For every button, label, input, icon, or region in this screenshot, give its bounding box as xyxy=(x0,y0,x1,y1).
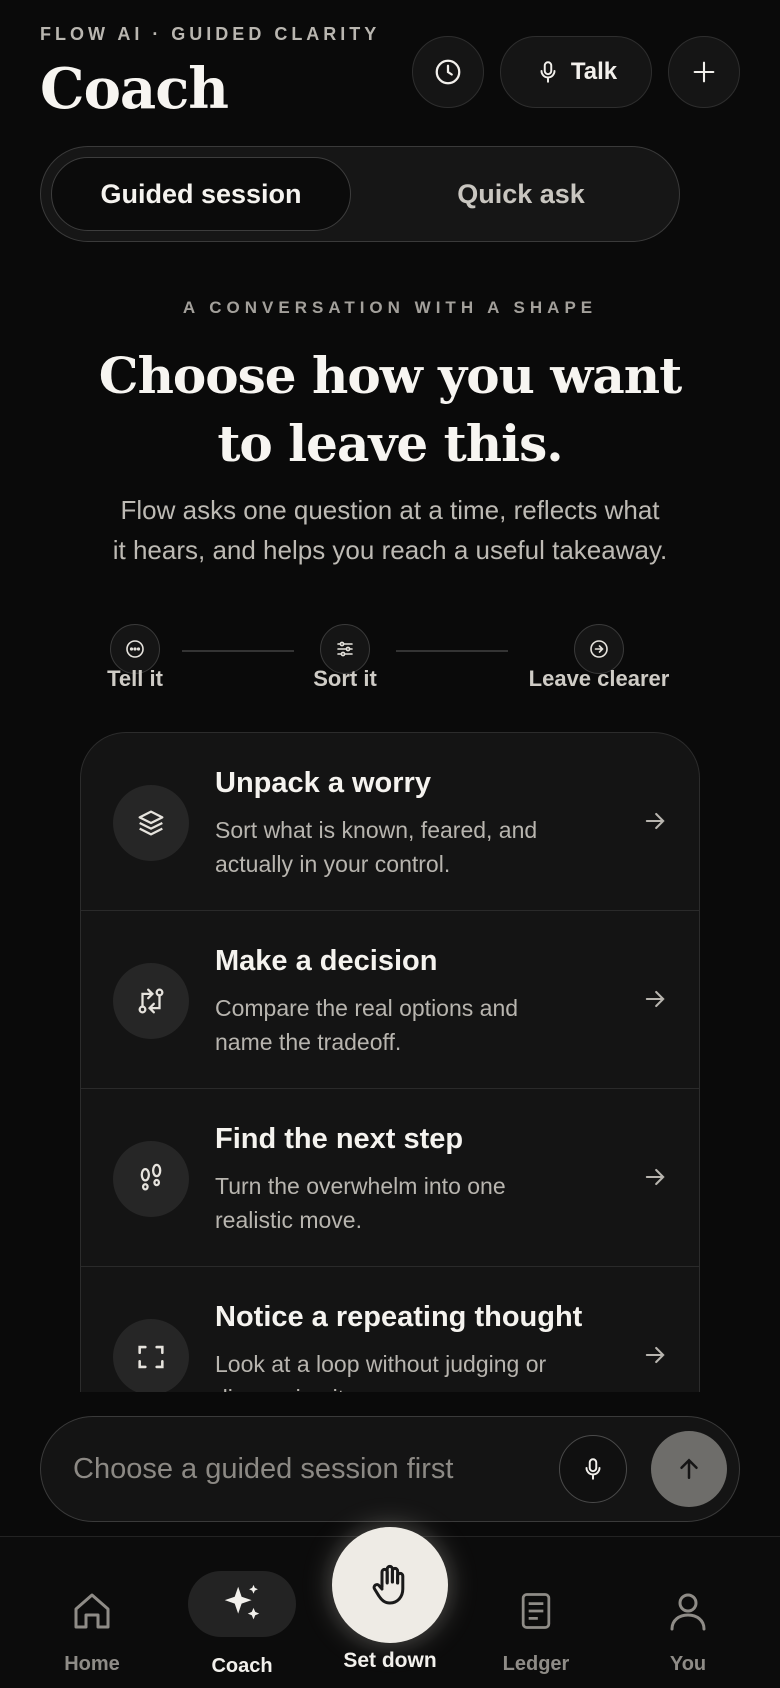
session-desc-line: realistic move. xyxy=(215,1207,362,1233)
arrow-right-icon xyxy=(645,1346,665,1364)
coach-screen: FLOW AI · GUIDED CLARITY Coach Talk Guid… xyxy=(0,0,780,1688)
nav-you-label: You xyxy=(669,1653,707,1675)
send-button[interactable] xyxy=(651,1431,727,1507)
section-kicker: A CONVERSATION WITH A SHAPE xyxy=(182,298,598,317)
document-icon xyxy=(521,1593,551,1629)
nav-home[interactable]: Home xyxy=(42,1537,142,1688)
progress-steps: Tell it Sort it Leave clearer xyxy=(0,610,780,700)
coach-active-pill xyxy=(188,1571,296,1637)
nav-ledger-label: Ledger xyxy=(502,1653,570,1675)
talk-label: Talk xyxy=(570,58,618,85)
session-description: Sort what is known, feared, and actually… xyxy=(215,813,615,881)
step-label-tell: Tell it xyxy=(107,666,163,691)
session-title: Make a decision xyxy=(215,945,438,977)
session-desc-line: diagnosing it. xyxy=(215,1381,615,1392)
microphone-icon xyxy=(585,1458,601,1480)
step-label-leave: Leave clearer xyxy=(528,666,670,691)
nav-you[interactable]: You xyxy=(638,1537,738,1688)
session-description: Look at a loop without judging or diagno… xyxy=(215,1347,615,1392)
nav-setdown-label: Set down xyxy=(343,1649,437,1672)
arrow-right-icon xyxy=(645,1168,665,1186)
focus-frame-icon xyxy=(113,1319,189,1392)
nav-coach[interactable]: Coach xyxy=(182,1537,302,1688)
session-title: Unpack a worry xyxy=(215,767,431,799)
history-button[interactable] xyxy=(412,36,484,108)
headline-line-1: Choose how you want xyxy=(98,346,682,405)
session-description: Turn the overwhelm into one realistic mo… xyxy=(215,1169,615,1237)
headline: Choose how you want to leave this. xyxy=(60,342,720,478)
nav-set-down[interactable]: Set down xyxy=(330,1537,450,1688)
intro-line-1: Flow asks one question at a time, reflec… xyxy=(120,495,660,525)
headline-line-2: to leave this. xyxy=(217,414,563,473)
session-desc-line: actually in your control. xyxy=(215,851,451,877)
arrow-right-icon xyxy=(645,990,665,1008)
intro-line-2: it hears, and helps you reach a useful t… xyxy=(112,535,668,565)
message-composer xyxy=(40,1416,740,1522)
arrow-right-icon xyxy=(645,812,665,830)
session-title: Find the next step xyxy=(215,1123,464,1155)
microphone-icon xyxy=(540,61,556,83)
swap-icon xyxy=(113,963,189,1039)
person-icon xyxy=(670,1593,706,1631)
message-input[interactable] xyxy=(73,1441,513,1497)
arrow-up-icon xyxy=(680,1458,698,1479)
mode-switcher: Guided session Quick ask xyxy=(40,146,680,242)
step-connector xyxy=(396,650,508,652)
intro-description: Flow asks one question at a time, reflec… xyxy=(70,490,710,570)
session-card-next-step[interactable]: Find the next step Turn the overwhelm in… xyxy=(81,1089,699,1267)
session-list: Unpack a worry Sort what is known, feare… xyxy=(80,732,700,1392)
home-icon xyxy=(74,1593,110,1629)
session-card-unpack-worry[interactable]: Unpack a worry Sort what is known, feare… xyxy=(81,733,699,911)
step-connector xyxy=(182,650,294,652)
session-description: Compare the real options and name the tr… xyxy=(215,991,615,1059)
voice-input-button[interactable] xyxy=(559,1435,627,1503)
session-desc-line: Sort what is known, feared, and xyxy=(215,817,538,843)
session-desc-line: Turn the overwhelm into one xyxy=(215,1173,506,1199)
sparkles-icon xyxy=(224,1584,260,1620)
footprints-icon xyxy=(113,1141,189,1217)
session-card-repeating-thought[interactable]: Notice a repeating thought Look at a loo… xyxy=(81,1267,699,1392)
session-desc-line: Look at a loop without judging or xyxy=(215,1351,547,1377)
clock-icon xyxy=(435,59,461,85)
session-card-make-decision[interactable]: Make a decision Compare the real options… xyxy=(81,911,699,1089)
layers-icon xyxy=(113,785,189,861)
nav-home-label: Home xyxy=(64,1653,120,1675)
page-title: Coach xyxy=(40,56,229,122)
new-session-button[interactable] xyxy=(668,36,740,108)
tab-guided-session[interactable]: Guided session xyxy=(51,157,351,231)
nav-coach-label: Coach xyxy=(211,1655,273,1677)
app-eyebrow: FLOW AI · GUIDED CLARITY xyxy=(40,24,381,44)
session-title: Notice a repeating thought xyxy=(215,1301,583,1333)
step-label-sort: Sort it xyxy=(313,666,377,691)
tab-quick-ask[interactable]: Quick ask xyxy=(371,157,671,231)
talk-button[interactable]: Talk xyxy=(500,36,652,108)
session-desc-line: Compare the real options and xyxy=(215,995,519,1021)
plus-icon xyxy=(693,61,715,83)
session-desc-line: name the tradeoff. xyxy=(215,1029,402,1055)
nav-ledger[interactable]: Ledger xyxy=(486,1537,586,1688)
bottom-navigation: Home Coach Set down Ledger You xyxy=(0,1513,780,1688)
